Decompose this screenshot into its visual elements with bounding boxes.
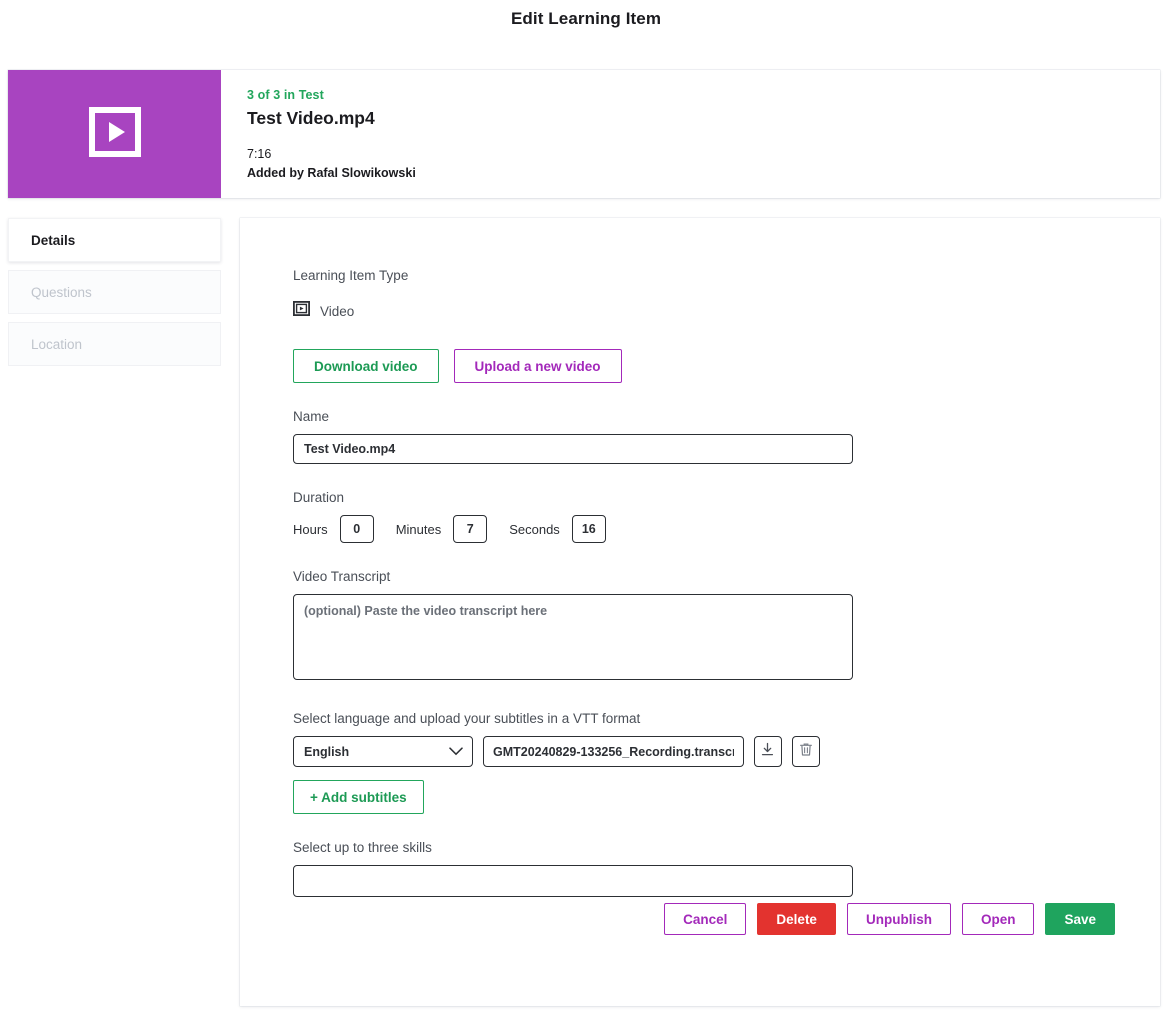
transcript-field-group: Video Transcript (293, 569, 853, 685)
trash-icon (799, 742, 813, 762)
duration-label: Duration (293, 490, 345, 505)
skills-field-group: Select up to three skills (293, 840, 853, 897)
name-label: Name (293, 409, 330, 424)
name-input[interactable] (293, 434, 853, 464)
cancel-button[interactable]: Cancel (664, 903, 747, 935)
learning-item-type-label: Learning Item Type (293, 268, 409, 283)
name-field-group: Name (293, 409, 853, 464)
open-button[interactable]: Open (961, 903, 1035, 935)
learning-item-type-value-row: Video (292, 300, 820, 321)
subtitle-language-select-wrap: English (293, 736, 473, 767)
unpublish-button[interactable]: Unpublish (846, 903, 951, 935)
sidebar-item-label: Questions (31, 284, 92, 300)
subtitles-label: Select language and upload your subtitle… (293, 711, 641, 726)
sidebar-item-location[interactable]: Location (8, 322, 221, 366)
subtitle-file-input[interactable] (483, 736, 744, 767)
banner-author: Added by Rafal Slowikowski (247, 166, 416, 180)
hours-input[interactable] (339, 515, 374, 543)
subtitles-field-group: Select language and upload your subtitle… (293, 711, 820, 814)
add-subtitles-button[interactable]: + Add subtitles (293, 780, 424, 814)
seconds-label: Seconds (509, 521, 560, 537)
duration-inputs-row: Hours Minutes Seconds (293, 515, 820, 543)
subtitle-language-value: English (304, 744, 350, 759)
form-action-buttons: Cancel Delete Unpublish Open Save (664, 903, 1115, 935)
sidebar: Details Questions Location (8, 218, 221, 374)
skills-label: Select up to three skills (293, 840, 432, 855)
save-button[interactable]: Save (1045, 903, 1115, 935)
sidebar-item-questions[interactable]: Questions (8, 270, 221, 314)
banner-body: 3 of 3 in Test Test Video.mp4 7:16 Added… (221, 70, 1160, 198)
download-subtitle-button[interactable] (753, 736, 782, 767)
video-play-icon (85, 105, 145, 164)
learning-item-banner: 3 of 3 in Test Test Video.mp4 7:16 Added… (8, 70, 1160, 198)
details-panel: Learning Item Type Video Download video … (240, 218, 1160, 1006)
skills-input[interactable] (293, 865, 853, 897)
banner-duration: 7:16 (247, 147, 272, 161)
edit-learning-item-page: Edit Learning Item 3 of 3 in Test Test V… (0, 0, 1172, 1024)
video-transcript-textarea[interactable] (293, 594, 853, 680)
details-form: Learning Item Type Video Download video … (240, 218, 853, 897)
delete-button[interactable]: Delete (757, 903, 836, 935)
delete-subtitle-button[interactable] (791, 736, 820, 767)
upload-new-video-button[interactable]: Upload a new video (453, 349, 622, 383)
sidebar-item-details[interactable]: Details (8, 218, 221, 262)
subtitle-language-select[interactable]: English (293, 736, 473, 767)
sidebar-item-label: Location (31, 336, 83, 352)
duration-field-group: Duration Hours Minutes Seconds (293, 490, 820, 543)
minutes-input[interactable] (453, 515, 488, 543)
page-title: Edit Learning Item (510, 9, 662, 28)
video-transcript-label: Video Transcript (293, 569, 391, 584)
download-video-button[interactable]: Download video (293, 349, 439, 383)
learning-item-type-value: Video (320, 303, 355, 319)
sidebar-item-label: Details (31, 232, 76, 248)
hours-label: Hours (293, 521, 328, 537)
page-header: Edit Learning Item (0, 0, 1172, 70)
subtitles-row: English (293, 736, 820, 767)
banner-item-name: Test Video.mp4 (247, 108, 375, 128)
seconds-input[interactable] (571, 515, 606, 543)
download-icon (760, 742, 775, 762)
minutes-label: Minutes (395, 521, 442, 537)
banner-position-label: 3 of 3 in Test (247, 88, 324, 102)
media-action-buttons: Download video Upload a new video (293, 349, 820, 383)
video-thumbnail (8, 70, 221, 198)
video-film-icon (292, 300, 310, 321)
